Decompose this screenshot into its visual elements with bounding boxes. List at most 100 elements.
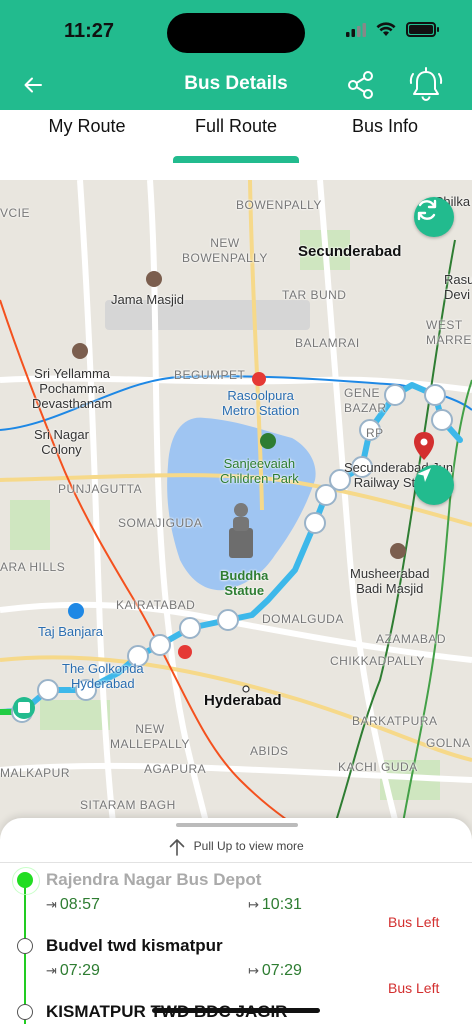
stops-bottom-sheet[interactable]: Pull Up to view more Rajendra Nagar Bus …	[0, 818, 472, 1024]
map-label: WEST MARREDPA	[426, 318, 472, 347]
map-label: Sanjeevaiah Children Park	[220, 456, 299, 486]
map-label: Hyderabad	[204, 692, 282, 709]
arrival-time-value: 08:57	[59, 896, 100, 913]
map-label: The Golkonda Hyderabad	[62, 661, 144, 691]
arrow-up-icon	[169, 839, 185, 856]
dynamic-island	[167, 13, 305, 53]
bus-status: Bus Left	[388, 980, 440, 996]
map-label: AGAPURA	[144, 762, 207, 776]
route-stop-marker[interactable]	[179, 617, 201, 639]
map-label: MALKAPUR	[0, 766, 71, 780]
map-label: Secunderabad	[298, 243, 402, 260]
map-label: Rasu Devi G	[444, 272, 472, 302]
home-indicator	[152, 1008, 320, 1013]
share-button[interactable]	[344, 68, 378, 102]
map-label: Taj Banjara	[38, 624, 104, 639]
battery-icon	[406, 22, 439, 37]
departure-icon: ↦	[248, 963, 259, 978]
map-label: AZAMABAD	[376, 632, 447, 646]
map-label: ABIDS	[250, 744, 289, 758]
status-time: 11:27	[64, 20, 115, 42]
metro-station-icon	[252, 372, 266, 386]
map-label: NEW BOWENPALLY	[182, 236, 268, 265]
temple-poi-icon	[72, 343, 88, 359]
status-bar: 11:27	[0, 0, 472, 60]
map-label: BEGUMPET	[174, 368, 246, 382]
map-label: Jama Masjid	[111, 292, 184, 307]
navigation-arrow-icon	[417, 468, 431, 482]
map-label: RP	[366, 426, 384, 440]
map-label: KAIRATABAD	[116, 598, 196, 612]
bus-alarm-button[interactable]	[406, 65, 446, 105]
wifi-icon	[376, 22, 396, 36]
mosque-poi-icon	[390, 543, 406, 559]
map-label: Sri Nagar Colony	[34, 427, 89, 457]
mosque-poi-icon	[146, 271, 162, 287]
map-label: Rasoolpura Metro Station	[222, 388, 300, 418]
stop-dot	[17, 938, 33, 954]
route-tabs: My Route Full Route Bus Info	[0, 110, 472, 180]
map-label: BARKATPURA	[352, 714, 438, 728]
tab-bus-info[interactable]: Bus Info	[310, 116, 460, 137]
arrival-time: ⇥ 07:29	[46, 962, 100, 980]
pull-up-hint: Pull Up to view more	[0, 838, 472, 856]
park-poi-icon	[260, 433, 276, 449]
map-label: BOWENPALLY	[236, 198, 322, 212]
divider	[0, 862, 472, 863]
stop-dot	[17, 1004, 33, 1020]
hotel-poi-icon	[68, 603, 84, 619]
map-label: VCIE	[0, 206, 31, 220]
map-label: Musheerabad Badi Masjid	[350, 566, 430, 596]
pull-up-hint-text: Pull Up to view more	[193, 839, 304, 854]
route-map[interactable]: Secunderabad BOWENPALLY NEW BOWENPALLY J…	[0, 180, 472, 840]
map-label: SITARAM BAGH	[80, 798, 176, 812]
refresh-route-button[interactable]	[414, 197, 454, 237]
map-label: SOMAJIGUDA	[118, 516, 203, 530]
arrival-icon: ⇥	[46, 897, 57, 912]
map-label: ARA HILLS	[0, 560, 66, 574]
route-stop-marker[interactable]	[217, 609, 239, 631]
map-label: KACHI GUDA	[338, 760, 418, 774]
route-stop-marker[interactable]	[149, 634, 171, 656]
map-label: GOLNA	[426, 736, 471, 750]
status-icons	[346, 22, 439, 37]
app-bar: Bus Details	[0, 60, 472, 110]
map-label: DOMALGUDA	[262, 612, 344, 626]
sheet-drag-handle[interactable]	[176, 823, 298, 827]
departure-time-value: 07:29	[261, 962, 302, 979]
stop-name: Rajendra Nagar Bus Depot	[46, 870, 262, 889]
route-stop-marker[interactable]	[304, 512, 326, 534]
active-tab-indicator	[173, 156, 299, 163]
route-stop-marker[interactable]	[431, 409, 453, 431]
bus-status: Bus Left	[388, 914, 440, 930]
map-label: BALAMRAI	[295, 336, 360, 350]
map-label: PUNJAGUTTA	[58, 482, 143, 496]
departure-time-value: 10:31	[261, 896, 302, 913]
arrival-icon: ⇥	[46, 963, 57, 978]
arrival-time-value: 07:29	[59, 962, 100, 979]
metro-station-icon	[178, 645, 192, 659]
route-stop-marker[interactable]	[37, 679, 59, 701]
recenter-location-button[interactable]	[414, 465, 454, 505]
refresh-icon	[417, 199, 437, 221]
share-icon	[348, 71, 373, 99]
stop-dot-current	[12, 867, 40, 895]
page-title: Bus Details	[184, 73, 288, 94]
route-stop-marker[interactable]	[384, 384, 406, 406]
map-label: GENE BAZAR	[344, 386, 387, 415]
map-label: CHIKKADPALLY	[330, 654, 425, 668]
tab-my-route[interactable]: My Route	[12, 116, 162, 137]
route-stop-marker[interactable]	[424, 384, 446, 406]
departure-icon: ↦	[248, 897, 259, 912]
map-label: TAR BUND	[282, 288, 347, 302]
arrival-time: ⇥ 08:57	[46, 896, 100, 914]
signal-icon	[346, 22, 366, 37]
stop-name: Budvel twd kismatpur	[46, 936, 223, 955]
map-label: Sri Yellamma Pochamma Devasthanam	[32, 366, 113, 411]
destination-pin-icon[interactable]	[414, 432, 434, 460]
departure-time: ↦ 07:29	[248, 962, 302, 980]
tab-full-route[interactable]: Full Route	[161, 116, 311, 137]
map-label: NEW MALLEPALLY	[110, 722, 190, 751]
departure-time: ↦ 10:31	[248, 896, 302, 914]
map-base	[0, 180, 472, 840]
